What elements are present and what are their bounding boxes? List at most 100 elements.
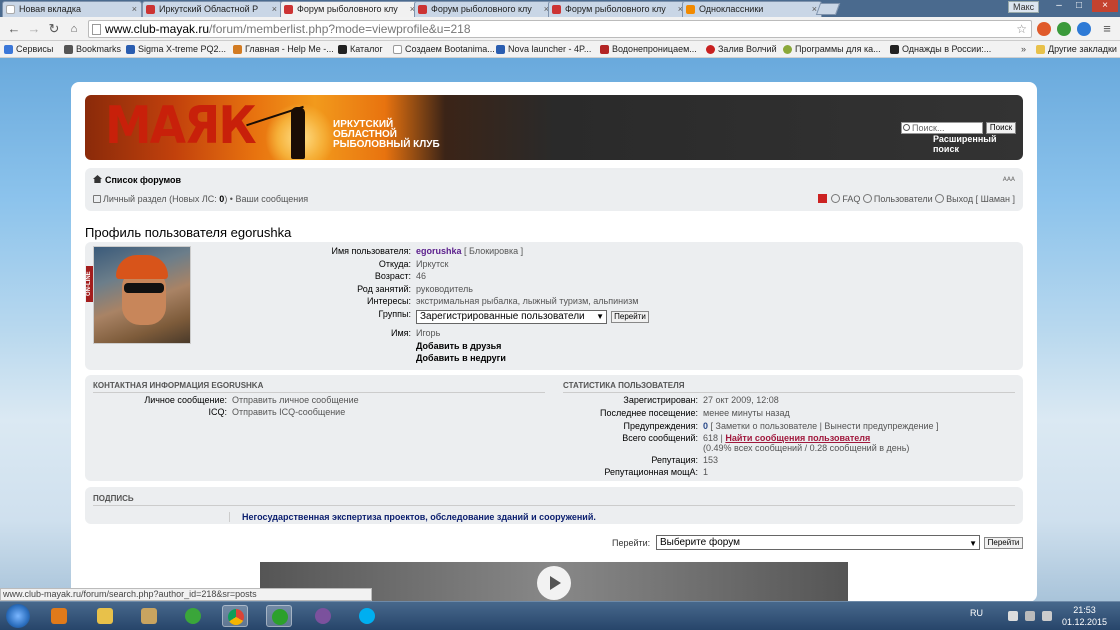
- advanced-search-link[interactable]: Расширенный поиск: [933, 134, 1023, 154]
- home-icon[interactable]: ⌂: [66, 21, 82, 37]
- signature-text: Негосударственная экспертиза проектов, о…: [229, 512, 596, 522]
- personal-section-link[interactable]: Личный раздел (Новых ЛС: 0) • Ваши сообщ…: [93, 194, 308, 204]
- signature-panel: Подпись Негосударственная экспертиза про…: [85, 487, 1023, 524]
- forum-list-label: Список форумов: [105, 175, 182, 185]
- extension-icon[interactable]: [1077, 22, 1091, 36]
- other-bookmarks-folder[interactable]: Другие закладки: [1036, 43, 1117, 56]
- occupation-value: руководитель: [416, 284, 473, 294]
- explorer-icon[interactable]: [92, 605, 118, 627]
- extension-icon[interactable]: [1057, 22, 1071, 36]
- find-posts-link[interactable]: Найти сообщения пользователя: [725, 433, 870, 443]
- tab-forum-active[interactable]: Форум рыболовного клу ×: [280, 1, 420, 17]
- username-label: Имя пользователя:: [331, 246, 411, 256]
- search-input[interactable]: Поиск...: [901, 122, 983, 134]
- torrent-icon[interactable]: [180, 605, 206, 627]
- bookmark-item[interactable]: Программы для ка...: [783, 43, 881, 56]
- jump-forum-select[interactable]: Выберите форум ▼: [656, 535, 980, 550]
- play-icon: [890, 45, 899, 54]
- close-window-button[interactable]: ×: [1092, 0, 1118, 12]
- font-size-toggle[interactable]: ᴬᴬᴬ: [1003, 175, 1015, 185]
- network-icon[interactable]: [1025, 611, 1035, 621]
- chevron-down-icon: ▼: [596, 312, 604, 321]
- tab-irkutsk[interactable]: Иркутский Областной Р ×: [142, 1, 282, 17]
- add-friend-link[interactable]: Добавить в друзья: [416, 341, 501, 352]
- fisherman-silhouette: [291, 107, 305, 159]
- action-center-icon[interactable]: [1008, 611, 1018, 621]
- forward-button[interactable]: →: [26, 21, 42, 37]
- rep-power-label: Репутационная мощА:: [604, 467, 698, 477]
- extension-icon[interactable]: [1037, 22, 1051, 36]
- site-logo[interactable]: МАЯК: [105, 97, 257, 155]
- rep-power-value: 1: [703, 467, 709, 477]
- bookmark-item[interactable]: Каталог: [338, 43, 383, 56]
- back-button[interactable]: ←: [6, 21, 22, 37]
- bookmark-item[interactable]: Bookmarks: [64, 43, 121, 56]
- registered-label: Зарегистрирован:: [623, 395, 698, 405]
- jump-go-button[interactable]: Перейти: [984, 537, 1023, 549]
- my-messages-link[interactable]: Ваши сообщения: [235, 194, 308, 204]
- start-button[interactable]: [6, 604, 30, 628]
- ban-link[interactable]: [ Блокировка ]: [464, 246, 523, 256]
- more-bookmarks-button[interactable]: »: [1009, 43, 1026, 56]
- maximize-button[interactable]: □: [1070, 0, 1088, 12]
- tab-label: Форум рыболовного клу: [297, 4, 398, 14]
- search-button[interactable]: Поиск: [986, 122, 1016, 134]
- warnings-row: 0 [ Заметки о пользователе | Вынести пре…: [703, 421, 939, 432]
- bookmark-item[interactable]: Водонепроницаем...: [600, 43, 697, 56]
- tab-forum-2[interactable]: Форум рыболовного клу ×: [414, 1, 554, 17]
- tab-odnoklassniki[interactable]: Одноклассники ×: [682, 1, 822, 17]
- reload-button[interactable]: ↻: [46, 21, 62, 37]
- bookmark-label: Nova launcher - 4P...: [508, 44, 592, 54]
- bookmark-item[interactable]: Создаем Bootanima...: [393, 43, 495, 56]
- bookmark-item[interactable]: Sigma X-treme PQ2...: [126, 43, 226, 56]
- users-link[interactable]: Пользователи: [874, 194, 933, 204]
- send-pm-link[interactable]: Отправить личное сообщение: [232, 395, 359, 406]
- skype-icon[interactable]: [354, 605, 380, 627]
- viber-icon[interactable]: [310, 605, 336, 627]
- tab-close-icon[interactable]: ×: [272, 2, 277, 16]
- bookmark-star-icon[interactable]: ☆: [1016, 21, 1027, 37]
- new-tab-button[interactable]: [815, 3, 841, 15]
- icq-messenger-icon[interactable]: [266, 605, 292, 627]
- bookmark-item[interactable]: Залив Волчий: [706, 43, 777, 56]
- language-indicator[interactable]: RU: [970, 608, 983, 618]
- bookmark-label: Каталог: [350, 44, 383, 54]
- avatar-sunglasses: [124, 283, 164, 293]
- site-favicon-icon: [496, 45, 505, 54]
- groups-select[interactable]: Зарегистрированные пользователи ▼: [416, 310, 607, 324]
- groups-go-button[interactable]: Перейти: [611, 311, 649, 323]
- volume-icon[interactable]: [1042, 611, 1052, 621]
- tab-forum-3[interactable]: Форум рыболовного клу ×: [548, 1, 688, 17]
- tab-close-icon[interactable]: ×: [132, 2, 137, 16]
- search-icon: [903, 124, 910, 131]
- play-icon[interactable]: [537, 566, 571, 600]
- chrome-icon[interactable]: [222, 605, 248, 627]
- bookmark-item[interactable]: Однажды в России:...: [890, 43, 991, 56]
- bookmark-item[interactable]: Главная - Help Me -...: [233, 43, 334, 56]
- address-bar[interactable]: www.club-mayak.ru/forum/memberlist.php?m…: [88, 20, 1032, 38]
- file-manager-icon[interactable]: [136, 605, 162, 627]
- minimize-button[interactable]: –: [1050, 0, 1068, 12]
- taskbar: RU 21:53 01.12.2015: [0, 601, 1120, 630]
- bookmark-label: Bookmarks: [76, 44, 122, 54]
- faq-link[interactable]: FAQ: [842, 194, 860, 204]
- bookmark-label: Однажды в России:...: [902, 44, 992, 54]
- media-player-icon[interactable]: [46, 605, 72, 627]
- clock[interactable]: 21:53 01.12.2015: [1062, 604, 1107, 628]
- send-icq-link[interactable]: Отправить ICQ-сообщение: [232, 407, 345, 418]
- profile-user-button[interactable]: Макс: [1008, 1, 1040, 13]
- add-foe-link[interactable]: Добавить в недруги: [416, 353, 506, 364]
- odnoklassniki-icon: [686, 5, 695, 14]
- jump-label: Перейти:: [612, 538, 651, 548]
- youtube-icon[interactable]: [817, 194, 827, 203]
- bookmark-item[interactable]: Сервисы: [4, 43, 53, 56]
- tab-new-tab[interactable]: Новая вкладка ×: [2, 1, 142, 17]
- home-icon: [93, 175, 102, 183]
- logout-link[interactable]: Выход [ Шаман ]: [946, 194, 1015, 204]
- bookmark-item[interactable]: Nova launcher - 4P...: [496, 43, 591, 56]
- forum-list-link[interactable]: Список форумов: [93, 175, 181, 185]
- play-icon: [338, 45, 347, 54]
- groups-selected: Зарегистрированные пользователи: [420, 311, 585, 322]
- menu-icon[interactable]: ≡: [1099, 21, 1115, 37]
- warnings-actions[interactable]: [ Заметки о пользователе | Вынести преду…: [711, 421, 939, 431]
